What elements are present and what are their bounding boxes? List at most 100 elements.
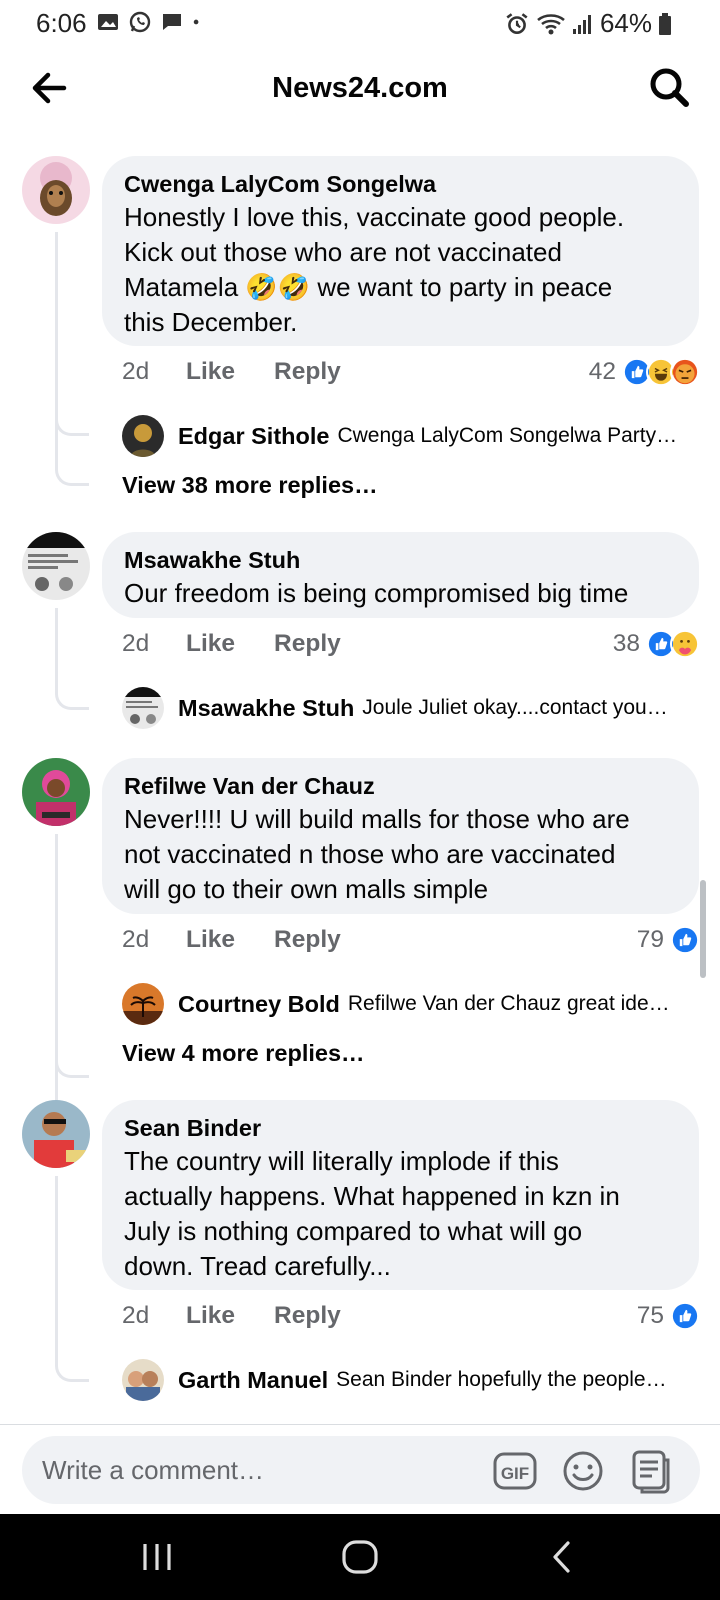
comment-text-line: Our freedom is being compromised big tim… [124, 578, 629, 608]
reaction-count: 79 [636, 926, 664, 953]
comment-text-line: Honestly I love this, vaccinate good peo… [124, 202, 625, 232]
notification-icons [96, 10, 206, 34]
battery-percent: 64% [599, 8, 652, 38]
comment-text-line: The country will literally implode if th… [124, 1146, 559, 1176]
page-title: News24.com [272, 72, 448, 104]
system-status: 64% [504, 8, 672, 39]
comment-text-line: July is nothing compared to what will go [124, 1216, 583, 1246]
thread-connector [55, 1176, 89, 1382]
avatar[interactable] [122, 415, 164, 457]
comment-actions: 2d Like Reply 38 [122, 626, 700, 662]
reply-button[interactable]: Reply [274, 926, 341, 954]
search-icon[interactable] [644, 62, 696, 114]
reply-text: Cwenga LalyCom Songelwa Party… [337, 424, 678, 447]
alarm-icon [506, 12, 528, 34]
avatar[interactable] [122, 1359, 164, 1401]
wifi-icon [537, 13, 565, 34]
reply-author: Garth Manuel [178, 1366, 329, 1393]
reply-preview[interactable]: Edgar Sithole Cwenga LalyCom Songelwa Pa… [122, 414, 700, 458]
like-button[interactable]: Like [186, 926, 235, 954]
reply-preview[interactable]: Courtney Bold Refilwe Van der Chauz grea… [122, 982, 700, 1026]
view-more-replies-link[interactable]: View 38 more replies… [122, 472, 378, 499]
reaction-summary[interactable]: 42 [589, 357, 700, 387]
divider [0, 1424, 720, 1425]
like-icon [670, 925, 700, 955]
thread-connector [55, 232, 89, 436]
emoji-icon[interactable] [560, 1448, 606, 1494]
reply-author: Edgar Sithole [178, 422, 330, 449]
comment-bubble[interactable]: Refilwe Van der Chauz Never!!!! U will b… [102, 758, 699, 914]
message-icon [163, 14, 181, 30]
thread-connector [55, 834, 89, 1078]
gallery-icon [98, 14, 118, 30]
reply-preview[interactable]: Garth Manuel Sean Binder hopefully the p… [122, 1358, 700, 1402]
reply-button[interactable]: Reply [274, 1302, 341, 1330]
reaction-summary[interactable]: 38 [613, 629, 700, 659]
avatar[interactable] [122, 687, 164, 729]
view-more-replies-link[interactable]: View 4 more replies… [122, 1040, 365, 1067]
comment-author[interactable]: Sean Binder [124, 1112, 679, 1144]
comment-actions: 2d Like Reply 79 [122, 922, 700, 958]
comment-text-line: Never!!!! U will build malls for those w… [124, 804, 630, 834]
comment-text-line: down. Tread carefully... [124, 1251, 391, 1281]
status-bar: 6:06 64% [0, 0, 720, 46]
avatar[interactable] [22, 532, 90, 600]
comment-time[interactable]: 2d [122, 926, 186, 954]
avatar[interactable] [22, 156, 90, 224]
status-time: 6:06 [36, 8, 87, 38]
comment-text-line: not vaccinated n those who are vaccinate… [124, 839, 616, 869]
reply-button[interactable]: Reply [274, 358, 341, 386]
app-header: News24.com [0, 46, 720, 132]
like-button[interactable]: Like [186, 358, 235, 386]
comment-composer: GIF [22, 1436, 700, 1504]
back-nav-icon[interactable] [540, 1534, 586, 1580]
gif-label: GIF [501, 1464, 529, 1483]
reaction-count: 42 [588, 358, 616, 385]
gif-icon[interactable]: GIF [492, 1448, 538, 1494]
like-button[interactable]: Like [186, 1302, 235, 1330]
reply-author: Msawakhe Stuh [178, 694, 355, 721]
comment-actions: 2d Like Reply 42 [122, 354, 700, 390]
thread-connector [55, 608, 89, 710]
reaction-summary[interactable]: 79 [637, 925, 700, 955]
comment-author[interactable]: Cwenga LalyCom Songelwa [124, 168, 679, 200]
comment-bubble[interactable]: Cwenga LalyCom Songelwa Honestly I love … [102, 156, 699, 346]
comment-time[interactable]: 2d [122, 358, 186, 386]
battery-icon [659, 12, 671, 35]
reply-button[interactable]: Reply [274, 630, 341, 658]
comment-time[interactable]: 2d [122, 630, 186, 658]
sticker-icon[interactable] [628, 1448, 674, 1494]
reply-preview[interactable]: Msawakhe Stuh Joule Juliet okay....conta… [122, 686, 700, 730]
reply-text: Joule Juliet okay....contact you… [362, 696, 668, 719]
comment-author[interactable]: Msawakhe Stuh [124, 544, 679, 576]
signal-icon [572, 14, 591, 34]
comment-time[interactable]: 2d [122, 1302, 186, 1330]
care-icon [670, 629, 700, 659]
dot-icon [193, 19, 199, 25]
comment-bubble[interactable]: Msawakhe Stuh Our freedom is being compr… [102, 532, 699, 618]
comment-bubble[interactable]: Sean Binder The country will literally i… [102, 1100, 699, 1290]
reaction-count: 38 [612, 630, 640, 657]
like-button[interactable]: Like [186, 630, 235, 658]
comment-text-line: actually happens. What happened in kzn i… [124, 1181, 620, 1211]
comment-text-line: Kick out those who are not vaccinated [124, 237, 562, 267]
reply-text: Refilwe Van der Chauz great ide… [347, 992, 670, 1015]
reply-author: Courtney Bold [178, 990, 340, 1017]
scrollbar[interactable] [700, 880, 706, 978]
whatsapp-icon [129, 11, 151, 33]
home-icon[interactable] [337, 1534, 383, 1580]
comment-input[interactable] [42, 1450, 462, 1490]
avatar[interactable] [22, 758, 90, 826]
reaction-summary[interactable]: 75 [637, 1301, 700, 1331]
like-icon [670, 1301, 700, 1331]
comment-actions: 2d Like Reply 75 [122, 1298, 700, 1334]
comment-list: Cwenga LalyCom Songelwa Honestly I love … [0, 132, 720, 1424]
avatar[interactable] [22, 1100, 90, 1168]
comment-author[interactable]: Refilwe Van der Chauz [124, 770, 679, 802]
avatar[interactable] [122, 983, 164, 1025]
system-nav-bar [0, 1514, 720, 1600]
reply-text: Sean Binder hopefully the people… [336, 1368, 667, 1391]
recent-apps-icon[interactable] [134, 1534, 180, 1580]
comment-text-line: will go to their own malls simple [124, 874, 489, 904]
comment-text-line: Matamela 🤣🤣 we want to party in peace [124, 272, 613, 302]
